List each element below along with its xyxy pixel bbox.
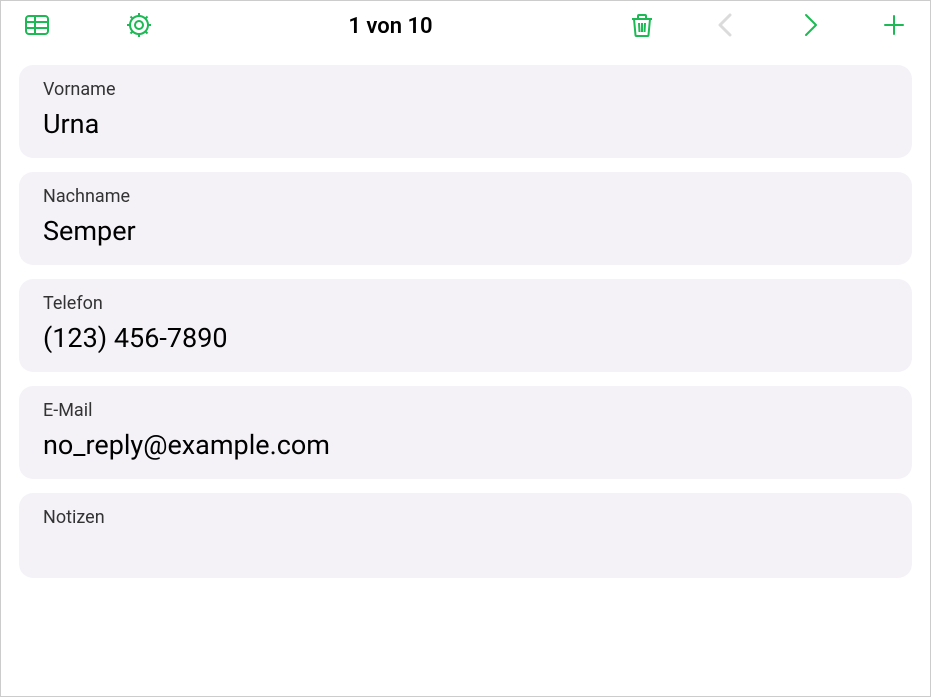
notes-field[interactable]: Notizen bbox=[19, 493, 912, 578]
settings-button[interactable] bbox=[123, 10, 155, 42]
email-value: no_reply@example.com bbox=[43, 429, 888, 461]
previous-button bbox=[710, 10, 742, 42]
toolbar-right bbox=[626, 10, 910, 42]
phone-label: Telefon bbox=[43, 293, 888, 314]
delete-button[interactable] bbox=[626, 10, 658, 42]
firstname-value: Urna bbox=[43, 108, 888, 140]
lastname-value: Semper bbox=[43, 215, 888, 247]
notes-value bbox=[43, 536, 888, 560]
add-button[interactable] bbox=[878, 10, 910, 42]
email-label: E-Mail bbox=[43, 400, 888, 421]
next-button[interactable] bbox=[794, 10, 826, 42]
form-container: Vorname Urna Nachname Semper Telefon (12… bbox=[1, 65, 930, 578]
phone-field[interactable]: Telefon (123) 456-7890 bbox=[19, 279, 912, 372]
lastname-label: Nachname bbox=[43, 186, 888, 207]
toolbar-left bbox=[21, 10, 155, 42]
notes-label: Notizen bbox=[43, 507, 888, 528]
trash-icon bbox=[628, 11, 656, 42]
firstname-label: Vorname bbox=[43, 79, 888, 100]
firstname-field[interactable]: Vorname Urna bbox=[19, 65, 912, 158]
phone-value: (123) 456-7890 bbox=[43, 322, 888, 354]
email-field[interactable]: E-Mail no_reply@example.com bbox=[19, 386, 912, 479]
chevron-right-icon bbox=[796, 11, 824, 42]
chevron-left-icon bbox=[712, 11, 740, 42]
toolbar: 1 von 10 bbox=[1, 1, 930, 51]
table-icon bbox=[23, 11, 51, 42]
table-view-button[interactable] bbox=[21, 10, 53, 42]
gear-icon bbox=[125, 11, 153, 42]
lastname-field[interactable]: Nachname Semper bbox=[19, 172, 912, 265]
plus-icon bbox=[880, 11, 908, 42]
record-counter: 1 von 10 bbox=[155, 14, 626, 39]
